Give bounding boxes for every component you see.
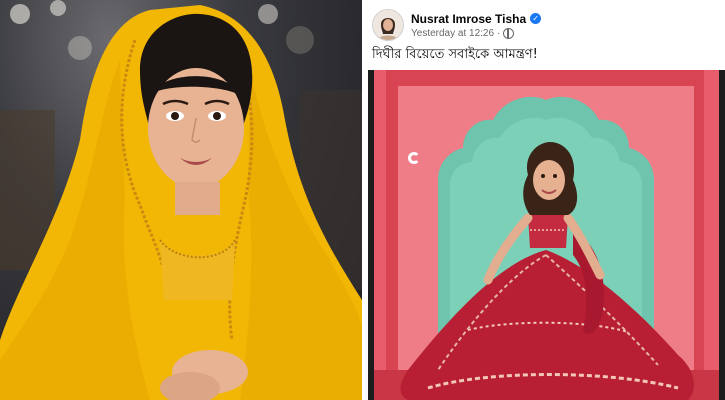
name-row: Nusrat Imrose Tisha ✓ (411, 12, 542, 26)
facebook-post: Nusrat Imrose Tisha ✓ Yesterday at 12:26… (366, 0, 725, 400)
portrait-illustration (0, 0, 362, 400)
profile-avatar-icon (373, 10, 403, 40)
post-image[interactable] (368, 70, 725, 400)
post-header: Nusrat Imrose Tisha ✓ Yesterday at 12:26… (372, 8, 542, 42)
header-text: Nusrat Imrose Tisha ✓ Yesterday at 12:26… (411, 12, 542, 39)
meta-separator: · (497, 27, 501, 39)
verified-badge-icon: ✓ (530, 13, 542, 24)
globe-icon[interactable] (503, 27, 515, 39)
post-caption: দিঘীর বিয়েতে সবাইকে আমন্ত্রণ! (372, 47, 538, 62)
author-name[interactable]: Nusrat Imrose Tisha (411, 12, 526, 26)
post-timestamp[interactable]: Yesterday at 12:26 (411, 28, 494, 39)
meta-row: Yesterday at 12:26 · (411, 27, 541, 39)
brand-logo-mark-icon (408, 152, 420, 164)
portrait-photo (0, 0, 362, 400)
author-avatar[interactable] (372, 9, 404, 41)
wedding-invitation-photo (374, 70, 719, 400)
